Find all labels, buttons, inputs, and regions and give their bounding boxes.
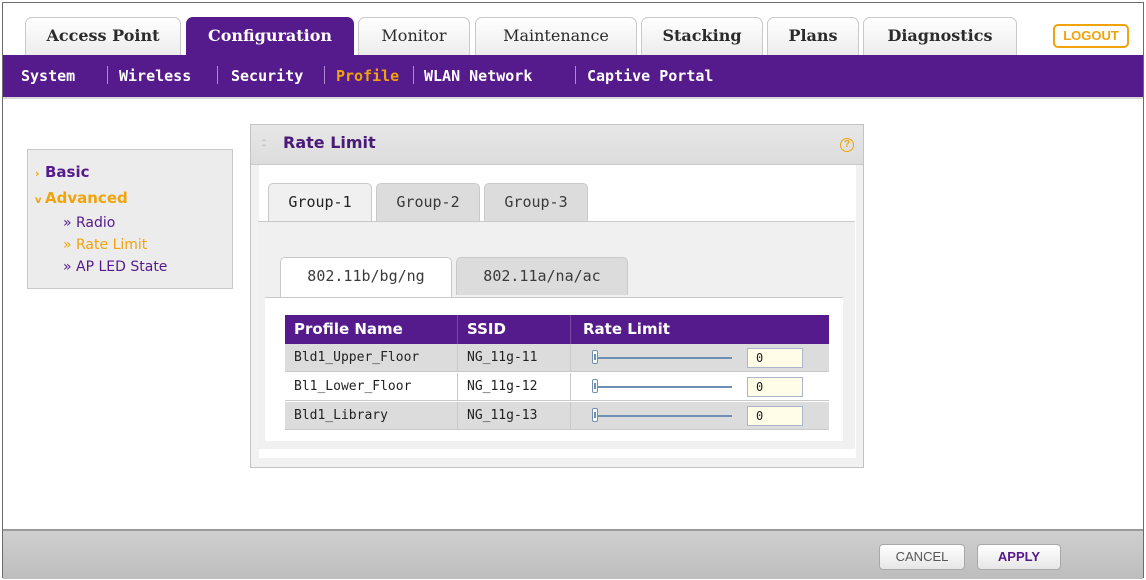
subnav-wireless[interactable]: Wireless [119,67,191,85]
cell-profile-name: Bld1_Library [294,408,388,423]
footer-bar: CANCEL APPLY [3,529,1143,579]
cell-ssid: NG_11g-13 [467,408,538,423]
column-divider [570,373,571,401]
column-divider [457,402,458,430]
drag-grip-icon: :: [261,135,267,149]
rate-slider-track[interactable] [592,415,732,417]
column-divider [457,315,458,344]
left-menu-basic[interactable]: Basic [45,163,90,181]
rate-slider-handle[interactable] [592,379,598,393]
tab-configuration[interactable]: Configuration [186,17,354,57]
tab-group-3[interactable]: Group-3 [484,183,588,221]
sub-nav-bar: System Wireless Security Profile WLAN Ne… [3,55,1143,97]
rate-slider-track[interactable] [592,386,732,388]
left-menu-advanced[interactable]: Advanced [45,189,128,207]
rate-slider-handle[interactable] [592,350,598,364]
help-icon[interactable]: ? [840,138,854,152]
subnav-system[interactable]: System [21,67,75,85]
cell-ssid: NG_11g-12 [467,379,538,394]
rate-slider-track[interactable] [592,357,732,359]
table-row: Bld1_Upper_Floor NG_11g-11 0 [285,344,829,372]
cancel-button[interactable]: CANCEL [879,544,965,570]
subnav-divider [324,66,325,84]
cell-profile-name: Bl1_Lower_Floor [294,379,412,394]
column-divider [457,344,458,372]
subnav-captive-portal[interactable]: Captive Portal [587,67,713,85]
tab-plans[interactable]: Plans [767,17,859,55]
tab-group-1[interactable]: Group-1 [268,183,372,223]
rate-slider-handle[interactable] [592,408,598,422]
tab-diagnostics[interactable]: Diagnostics [863,17,1017,55]
left-menu-radio[interactable]: » Radio [63,215,115,231]
left-menu-rate-limit[interactable]: » Rate Limit [63,237,147,253]
col-header-ssid: SSID [467,320,506,338]
left-menu-ap-led-state[interactable]: » AP LED State [63,259,167,275]
rate-limit-input[interactable]: 0 [747,348,803,368]
column-divider [570,315,571,344]
tab-access-point[interactable]: Access Point [25,17,181,55]
panel-header: :: Rate Limit ? [251,125,863,165]
cell-ssid: NG_11g-11 [467,350,538,365]
chevron-down-icon: v [35,195,42,206]
tab-maintenance[interactable]: Maintenance [475,17,637,55]
column-divider [570,402,571,430]
cell-profile-name: Bld1_Upper_Floor [294,350,420,365]
subnav-profile[interactable]: Profile [336,67,399,85]
app-frame: Access Point Configuration Monitor Maint… [2,2,1144,579]
logout-button[interactable]: LOGOUT [1053,24,1129,48]
col-header-rate-limit: Rate Limit [583,320,670,338]
table-row: Bl1_Lower_Floor NG_11g-12 0 [285,373,829,401]
table-header: Profile Name SSID Rate Limit [285,315,829,344]
table-row: Bld1_Library NG_11g-13 0 [285,402,829,430]
subnav-divider [575,66,576,84]
column-divider [457,373,458,401]
tab-band-anac[interactable]: 802.11a/na/ac [456,257,628,295]
subnav-wlan-network[interactable]: WLAN Network [424,67,532,85]
tab-monitor[interactable]: Monitor [358,17,470,55]
subnav-divider [413,66,414,84]
column-divider [570,344,571,372]
chevron-right-icon: › [35,167,40,180]
rate-limit-input[interactable]: 0 [747,406,803,426]
subnav-divider [217,66,218,84]
tab-stacking[interactable]: Stacking [641,17,763,55]
subnav-security[interactable]: Security [231,67,303,85]
col-header-profile-name: Profile Name [294,320,403,338]
panel-title: Rate Limit [283,133,376,152]
top-tab-bar: Access Point Configuration Monitor Maint… [3,3,1143,57]
subnav-divider [107,66,108,84]
tab-band-bgn[interactable]: 802.11b/bg/ng [280,257,452,297]
tab-group-2[interactable]: Group-2 [376,183,480,221]
apply-button[interactable]: APPLY [977,544,1061,570]
rate-limit-input[interactable]: 0 [747,377,803,397]
